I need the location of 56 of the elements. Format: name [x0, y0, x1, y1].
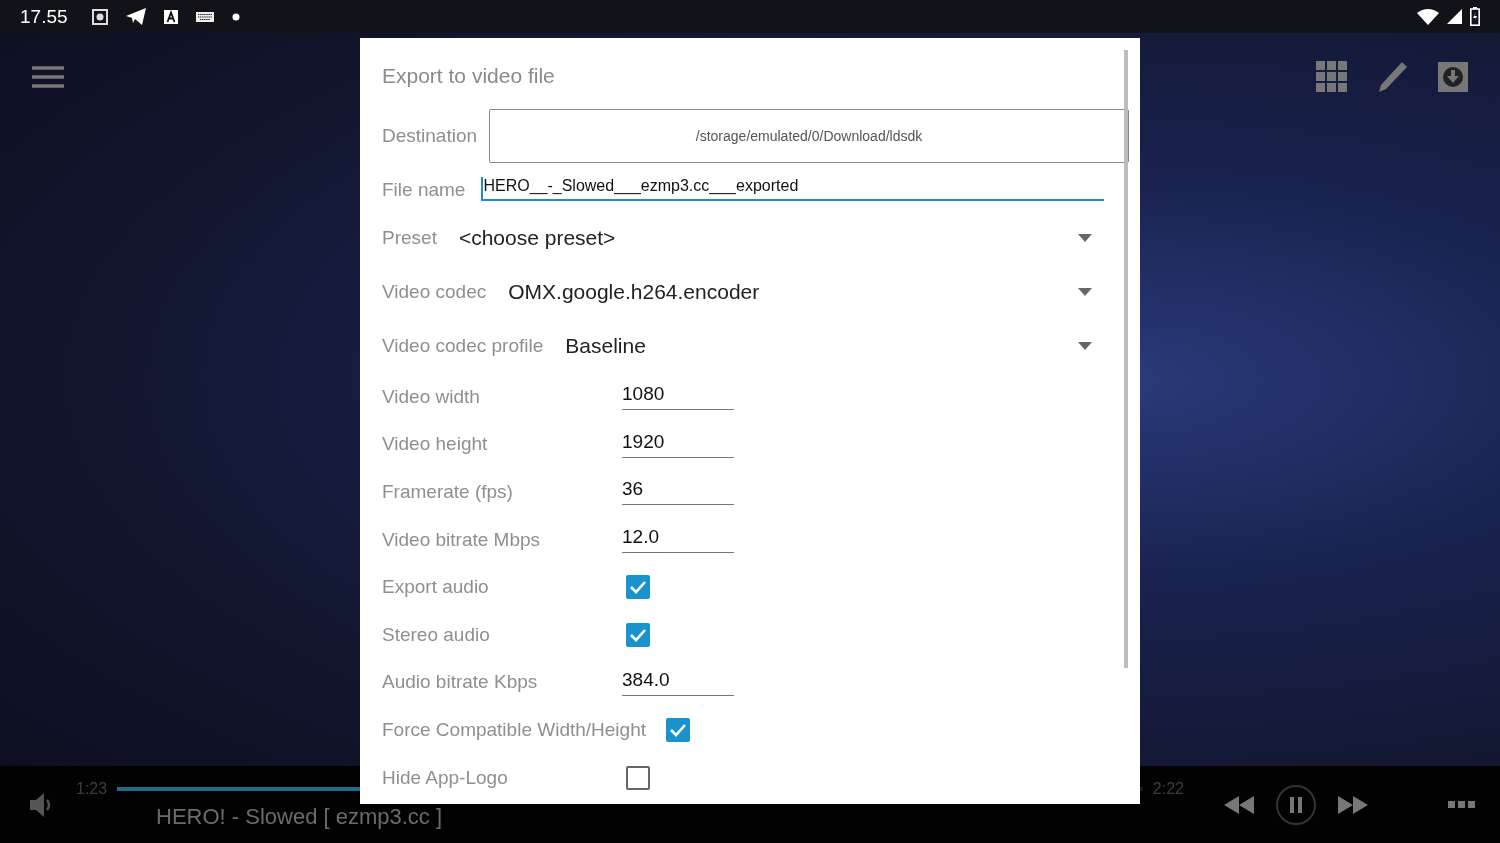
pause-icon: [1289, 796, 1303, 813]
field-label: Video codec profile: [382, 335, 544, 357]
dropdown-caret-icon[interactable]: [1078, 342, 1092, 350]
dropdown-caret-icon[interactable]: [1078, 234, 1092, 242]
track-title: HERO! - Slowed [ ezmp3.cc ]: [155, 803, 444, 830]
battery-charging-icon: [1470, 7, 1480, 26]
input-field[interactable]: 384.0: [622, 668, 734, 696]
field-label: Destination: [382, 125, 478, 147]
field-label: Video codec: [382, 281, 487, 303]
dialog-title: Export to video file: [382, 64, 556, 88]
keyboard-icon: [195, 11, 214, 22]
checkbox-label: Stereo audio: [382, 623, 491, 646]
checkbox-label: Hide App-Logo: [382, 766, 509, 789]
grid-icon[interactable]: [1316, 61, 1348, 93]
more-icon[interactable]: [1448, 800, 1476, 809]
field-label: Video width: [382, 385, 481, 408]
download-icon[interactable]: [1438, 62, 1468, 92]
field-label: Audio bitrate Kbps: [382, 671, 539, 694]
dropdown-value[interactable]: Baseline: [565, 334, 646, 358]
field-label: Video height: [382, 433, 489, 456]
cell-signal-icon: [1447, 9, 1462, 24]
input-field[interactable]: 1080: [622, 383, 734, 411]
pause-button[interactable]: [1276, 784, 1316, 825]
checkbox[interactable]: [626, 765, 650, 790]
input-field[interactable]: 1920: [622, 430, 734, 458]
input-field[interactable]: 12.0: [622, 526, 734, 554]
checkmark-icon: [669, 722, 687, 737]
checkmark-icon: [629, 580, 647, 595]
fast-forward-icon[interactable]: [1338, 795, 1368, 814]
letter-a-icon: [163, 9, 178, 24]
destination-button[interactable]: /storage/emulated/0/Download/ldsdk: [489, 109, 1129, 163]
duration-time: 2:22: [1152, 779, 1184, 798]
screenshot-notification-icon: [91, 8, 108, 25]
dropdown-value[interactable]: <choose preset>: [458, 226, 616, 250]
dropdown-caret-icon[interactable]: [1078, 288, 1092, 296]
dot-icon: [231, 12, 240, 21]
checkbox-label: Force Compatible Width/Height: [382, 718, 647, 741]
checkbox[interactable]: [626, 575, 650, 600]
input-field[interactable]: HERO__-_Slowed___ezmp3.cc___exported: [481, 177, 1104, 201]
checkmark-icon: [629, 627, 647, 642]
checkbox[interactable]: [626, 622, 650, 647]
input-field[interactable]: 36: [622, 478, 734, 506]
field-label: Framerate (fps): [382, 481, 514, 503]
checkbox[interactable]: [666, 717, 690, 742]
field-label: File name: [382, 179, 466, 201]
rewind-icon[interactable]: [1224, 795, 1254, 814]
menu-icon[interactable]: [32, 65, 64, 89]
field-label: Video bitrate Mbps: [382, 528, 542, 551]
clock: 17.55: [20, 5, 68, 28]
field-label: Preset: [382, 227, 437, 249]
pencil-icon[interactable]: [1378, 61, 1408, 93]
dropdown-value[interactable]: OMX.google.h264.encoder: [508, 280, 760, 304]
paper-plane-icon: [125, 8, 146, 25]
elapsed-time: 1:23: [76, 779, 108, 798]
wifi-icon: [1417, 8, 1439, 25]
checkbox-label: Export audio: [382, 576, 490, 599]
